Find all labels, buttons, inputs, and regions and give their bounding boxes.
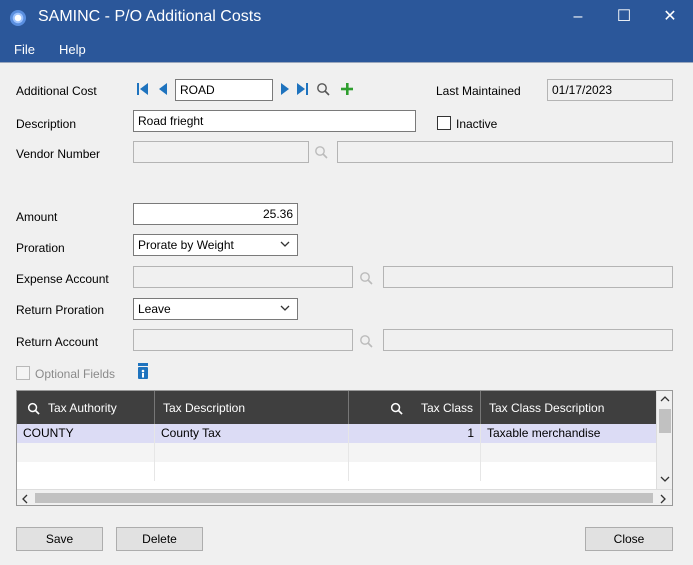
inactive-checkbox[interactable] — [437, 116, 451, 130]
proration-value: Prorate by Weight — [138, 238, 234, 252]
window-title: SAMINC - P/O Additional Costs — [38, 8, 262, 25]
title-bar: SAMINC - P/O Additional Costs – ☐ ✕ — [0, 0, 693, 36]
return-account-label: Return Account — [16, 335, 99, 349]
cell-tax-description: County Tax — [155, 424, 349, 443]
inactive-label: Inactive — [456, 117, 498, 131]
table-row[interactable] — [17, 462, 657, 481]
return-proration-label: Return Proration — [16, 303, 105, 317]
optional-fields-checkbox — [16, 366, 30, 380]
save-button[interactable]: Save — [16, 527, 103, 551]
return-account-input — [133, 329, 353, 351]
proration-label: Proration — [16, 241, 65, 255]
scroll-down-icon[interactable] — [660, 475, 670, 483]
vertical-scroll-thumb[interactable] — [659, 409, 671, 433]
cell-tax-authority: COUNTY — [17, 424, 155, 443]
vendor-number-label: Vendor Number — [16, 147, 101, 161]
cell-tax-class: 1 — [349, 424, 481, 443]
chevron-down-icon — [280, 305, 290, 311]
search-icon — [27, 402, 40, 415]
expense-account-label: Expense Account — [16, 272, 109, 286]
horizontal-scrollbar[interactable] — [17, 489, 672, 505]
zoom-info-icon[interactable] — [137, 362, 149, 380]
search-icon — [390, 402, 403, 415]
last-maintained-label: Last Maintained — [436, 84, 521, 98]
table-row[interactable]: COUNTY County Tax 1 Taxable merchandise — [17, 424, 657, 443]
table-row[interactable] — [17, 443, 657, 462]
vendor-number-input — [133, 141, 309, 163]
expense-account-finder-icon — [360, 272, 373, 285]
tax-grid[interactable]: Tax Authority Tax Description Tax Class … — [16, 390, 673, 506]
expense-account-description — [383, 266, 673, 288]
description-input[interactable]: Road frieght — [133, 110, 416, 132]
maximize-button[interactable]: ☐ — [601, 0, 647, 36]
column-tax-description[interactable]: Tax Description — [155, 391, 349, 426]
minimize-button[interactable]: – — [555, 0, 601, 36]
close-window-button[interactable]: ✕ — [647, 0, 693, 36]
return-account-finder-icon — [360, 335, 373, 348]
tax-grid-header: Tax Authority Tax Description Tax Class … — [17, 391, 657, 426]
optional-fields-label: Optional Fields — [35, 367, 116, 381]
return-account-description — [383, 329, 673, 351]
column-tax-class[interactable]: Tax Class — [349, 391, 481, 426]
expense-account-input — [133, 266, 353, 288]
additional-cost-input[interactable]: ROAD — [175, 79, 273, 101]
description-label: Description — [16, 117, 77, 131]
vendor-name-field — [337, 141, 673, 163]
scroll-left-icon[interactable] — [21, 494, 29, 504]
column-tax-authority[interactable]: Tax Authority — [17, 391, 155, 426]
scroll-up-icon[interactable] — [660, 395, 670, 403]
next-record-icon[interactable] — [279, 82, 291, 96]
last-record-icon[interactable] — [295, 82, 309, 96]
column-tax-class-description[interactable]: Tax Class Description — [481, 391, 657, 426]
vendor-finder-icon — [315, 146, 328, 159]
return-proration-select[interactable]: Leave — [133, 298, 298, 320]
first-record-icon[interactable] — [136, 82, 150, 96]
menu-bar: File Help — [0, 36, 693, 62]
menu-help[interactable]: Help — [59, 42, 86, 57]
additional-cost-label: Additional Cost — [16, 84, 97, 98]
new-record-plus-icon[interactable] — [340, 82, 354, 96]
app-icon — [10, 10, 26, 26]
amount-input[interactable]: 25.36 — [133, 203, 298, 225]
cell-tax-class-description: Taxable merchandise — [487, 426, 601, 440]
delete-button[interactable]: Delete — [116, 527, 203, 551]
return-proration-value: Leave — [138, 302, 171, 316]
vertical-scrollbar[interactable] — [656, 391, 672, 489]
scroll-right-icon[interactable] — [659, 494, 667, 504]
proration-select[interactable]: Prorate by Weight — [133, 234, 298, 256]
additional-cost-finder-icon[interactable] — [316, 82, 330, 96]
horizontal-scroll-thumb[interactable] — [35, 493, 653, 503]
previous-record-icon[interactable] — [157, 82, 169, 96]
amount-label: Amount — [16, 210, 58, 224]
chevron-down-icon — [280, 241, 290, 247]
menu-file[interactable]: File — [14, 42, 35, 57]
last-maintained-value: 01/17/2023 — [547, 79, 673, 101]
close-button[interactable]: Close — [585, 527, 673, 551]
